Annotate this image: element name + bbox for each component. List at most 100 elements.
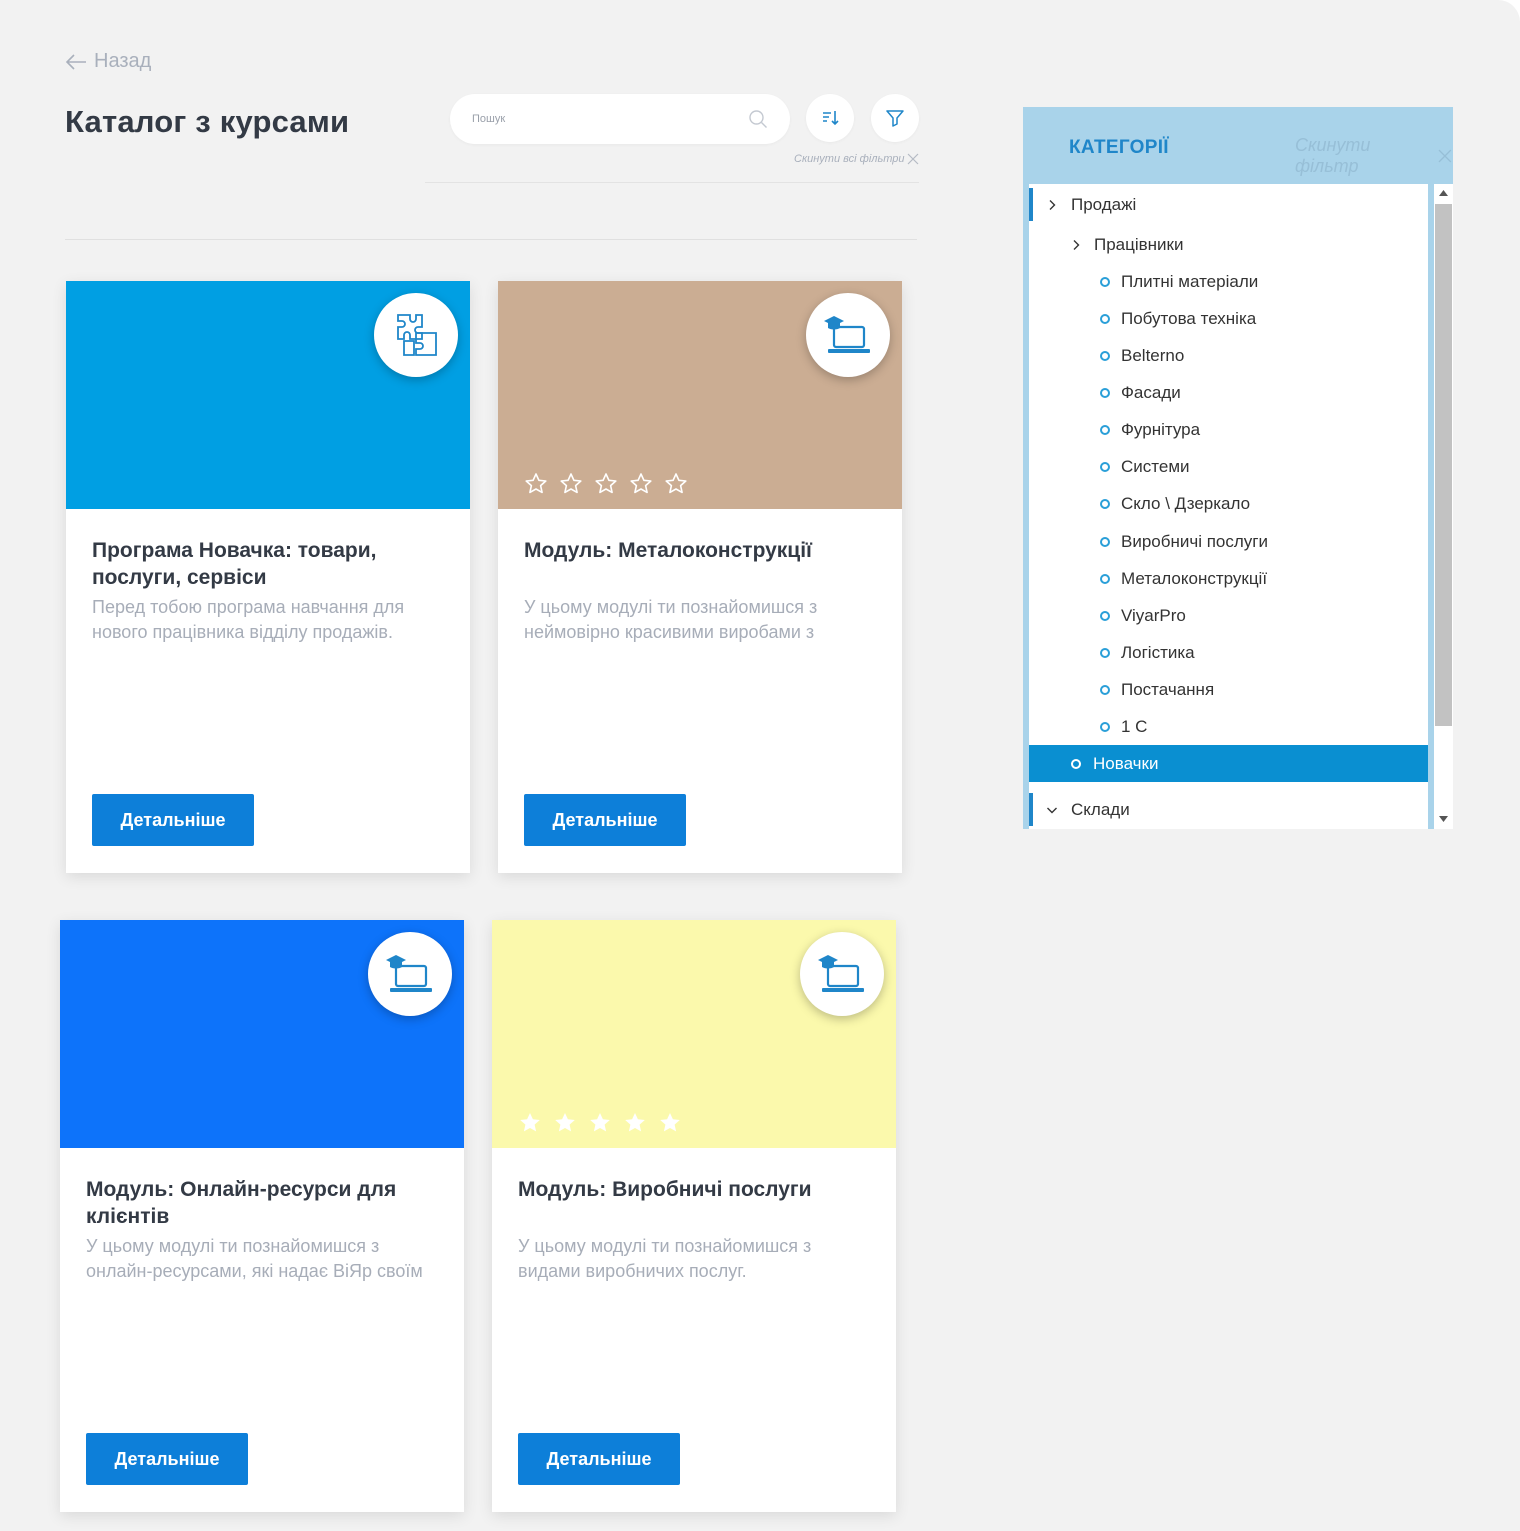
circle-icon [1100, 424, 1110, 435]
page-title: Каталог з курсами [65, 104, 350, 139]
category-label: Новачки [1093, 753, 1159, 773]
category-label: Продажі [1071, 194, 1137, 214]
reset-all-filters[interactable]: Скинути всі фільтри [794, 153, 919, 165]
details-button[interactable]: Детальніше [518, 1433, 680, 1485]
circle-icon [1100, 610, 1110, 621]
search-input[interactable] [472, 113, 748, 125]
card-title: Програма Новачка: товари, послуги, серві… [92, 539, 377, 589]
category-label: ViyarPro [1121, 605, 1186, 625]
back-label: Назад [94, 50, 152, 72]
chevron-down-icon[interactable] [1046, 804, 1058, 816]
reset-filter-label: Скинути фільтр [1295, 135, 1371, 176]
course-card: Модуль: Виробничі послуги У цьому модулі… [492, 920, 896, 1512]
category-item[interactable]: Скло \ Дзеркало [1029, 485, 1428, 522]
category-item-warehouses[interactable]: Склади [1029, 791, 1428, 828]
tree-marker [1029, 188, 1033, 221]
laptop-graduation-icon [386, 955, 432, 992]
scrollbar[interactable] [1434, 184, 1453, 829]
category-item[interactable]: Виробничі послуги [1029, 523, 1428, 560]
star-filled-icon[interactable] [658, 1111, 682, 1135]
circle-icon [1100, 313, 1110, 324]
circle-icon [1100, 498, 1110, 509]
category-label: Металоконструкції [1121, 568, 1268, 588]
star-filled-icon[interactable] [588, 1111, 612, 1135]
category-item[interactable]: Belterno [1029, 337, 1428, 374]
card-description: У цьому модулі ти познайомишся з видами … [518, 1236, 812, 1281]
scrollbar-thumb[interactable] [1435, 204, 1452, 726]
details-button[interactable]: Детальніше [86, 1433, 248, 1485]
sort-icon [823, 111, 839, 126]
card-title: Модуль: Металоконструкції [524, 539, 812, 562]
category-item[interactable]: Побутова техніка [1029, 300, 1428, 337]
card-badge [374, 293, 458, 377]
rating-stars [518, 1111, 682, 1135]
category-item[interactable]: 1 C [1029, 708, 1428, 745]
back-link[interactable]: Назад [64, 50, 151, 73]
details-button[interactable]: Детальніше [92, 794, 254, 846]
category-label: Логістика [1121, 642, 1195, 662]
circle-icon [1100, 721, 1110, 732]
category-item-sales[interactable]: Продажі [1029, 186, 1428, 223]
chevron-right-icon[interactable] [1046, 199, 1058, 211]
category-item[interactable]: Металоконструкції [1029, 560, 1428, 597]
puzzle-icon [397, 314, 437, 356]
category-label: Плитні матеріали [1121, 271, 1259, 291]
card-badge [368, 932, 452, 1016]
page: Назад Каталог з курсами Скинути всі філь… [0, 0, 1520, 1531]
category-item[interactable]: Плитні матеріали [1029, 263, 1428, 300]
close-icon [907, 153, 918, 165]
category-label: Побутова техніка [1121, 308, 1257, 328]
category-label: Постачання [1121, 679, 1215, 699]
filter-icon [886, 110, 904, 127]
category-item-novachky-selected[interactable]: Новачки [1029, 745, 1428, 782]
category-item-employees[interactable]: Працівники [1029, 226, 1428, 263]
star-filled-icon[interactable] [623, 1111, 647, 1135]
tree-marker [1029, 793, 1033, 826]
category-item[interactable]: Логістика [1029, 634, 1428, 671]
category-item[interactable]: ViyarPro [1029, 597, 1428, 634]
category-label: Працівники [1094, 234, 1184, 254]
circle-icon [1100, 276, 1110, 287]
filter-button[interactable] [871, 94, 919, 142]
card-description: Перед тобою програма навчання для нового… [92, 597, 405, 642]
categories-title: КАТЕГОРІЇ [1069, 137, 1169, 158]
category-label: Фурнітура [1121, 419, 1201, 439]
course-card: Програма Новачка: товари, послуги, серві… [66, 281, 470, 873]
reset-all-label: Скинути всі фільтри [794, 153, 905, 165]
circle-icon [1100, 461, 1110, 472]
category-item[interactable]: Фасади [1029, 374, 1428, 411]
arrow-left-icon [65, 53, 86, 70]
category-item[interactable]: Постачання [1029, 671, 1428, 708]
star-filled-icon[interactable] [553, 1111, 577, 1135]
category-label: 1 C [1121, 716, 1148, 736]
categories-panel: КАТЕГОРІЇ Скинути фільтр Продажі Працівн… [1023, 107, 1453, 829]
close-icon [1438, 149, 1452, 163]
category-label: Склади [1071, 799, 1130, 819]
reset-filter[interactable]: Скинути фільтр [1295, 135, 1453, 177]
scroll-down-icon[interactable] [1439, 816, 1448, 822]
star-outline-icon[interactable] [524, 472, 548, 496]
circle-icon [1100, 536, 1110, 547]
category-label: Системи [1121, 456, 1190, 476]
card-description: У цьому модулі ти познайомишся з онлайн-… [86, 1236, 423, 1281]
category-label: Скло \ Дзеркало [1121, 493, 1251, 513]
category-label: Фасади [1121, 382, 1181, 402]
circle-icon [1071, 758, 1081, 769]
star-filled-icon[interactable] [518, 1111, 542, 1135]
star-outline-icon[interactable] [559, 472, 583, 496]
rating-stars [524, 472, 688, 496]
star-outline-icon[interactable] [629, 472, 653, 496]
scroll-up-icon[interactable] [1439, 190, 1448, 196]
chevron-right-icon[interactable] [1070, 239, 1082, 251]
category-item[interactable]: Системи [1029, 448, 1428, 485]
circle-icon [1100, 350, 1110, 361]
search-icon[interactable] [748, 109, 768, 129]
details-button[interactable]: Детальніше [524, 794, 686, 846]
star-outline-icon[interactable] [664, 472, 688, 496]
search-box[interactable] [450, 94, 790, 144]
star-outline-icon[interactable] [594, 472, 618, 496]
category-item[interactable]: Фурнітура [1029, 411, 1428, 448]
sort-button[interactable] [806, 94, 854, 142]
category-label: Виробничі послуги [1121, 531, 1268, 551]
divider [425, 182, 919, 183]
